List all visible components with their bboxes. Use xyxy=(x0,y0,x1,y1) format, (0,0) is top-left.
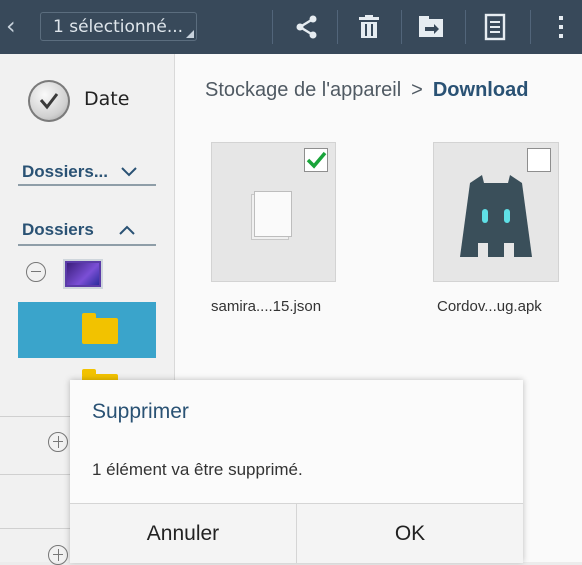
breadcrumb: Stockage de l'appareil > Download xyxy=(205,79,528,102)
checkmark-icon xyxy=(306,151,327,169)
section-underline xyxy=(18,244,156,246)
chevron-down-icon xyxy=(121,167,137,177)
clock-icon xyxy=(28,80,70,122)
file-tile[interactable] xyxy=(211,142,336,282)
ok-button[interactable]: OK xyxy=(297,504,523,563)
toolbar-divider xyxy=(337,10,338,44)
document-icon xyxy=(254,191,292,237)
file-checkbox-checked[interactable] xyxy=(304,148,328,172)
dialog-message: 1 élément va être supprimé. xyxy=(92,460,303,479)
section-underline xyxy=(18,184,156,186)
toolbar-divider xyxy=(272,10,273,44)
share-icon[interactable] xyxy=(287,10,327,44)
expand-icon[interactable] xyxy=(48,432,68,452)
cordova-app-icon xyxy=(460,175,532,257)
cancel-button[interactable]: Annuler xyxy=(70,504,296,563)
sidebar-item-date[interactable]: Date xyxy=(84,88,129,110)
details-icon[interactable] xyxy=(475,10,515,44)
selection-dropdown[interactable]: 1 sélectionné... xyxy=(40,12,197,41)
selection-label: 1 sélectionné... xyxy=(53,17,184,37)
file-tile[interactable] xyxy=(433,142,559,282)
trash-icon[interactable] xyxy=(349,10,389,44)
chevron-up-icon xyxy=(118,225,135,235)
dialog-title: Supprimer xyxy=(92,400,189,423)
sidebar-section-dossiers-collapsed[interactable]: Dossiers... xyxy=(22,162,137,182)
file-name: Cordov...ug.apk xyxy=(437,298,542,315)
dropdown-triangle-icon xyxy=(186,30,194,38)
sidebar-section-label: Dossiers... xyxy=(22,162,108,181)
back-icon[interactable]: ‹ xyxy=(6,14,16,38)
file-name: samira....15.json xyxy=(211,298,322,315)
dialog-buttons: Annuler OK xyxy=(70,503,523,563)
storage-thumbnail-icon[interactable] xyxy=(63,259,103,289)
toolbar-divider xyxy=(401,10,402,44)
expand-icon[interactable] xyxy=(48,545,68,565)
toolbar-divider xyxy=(465,10,466,44)
move-icon[interactable] xyxy=(411,10,451,44)
action-bar: ‹ 1 sélectionné... xyxy=(0,0,582,54)
delete-dialog: Supprimer 1 élément va être supprimé. An… xyxy=(70,380,523,563)
breadcrumb-root[interactable]: Stockage de l'appareil xyxy=(205,79,401,101)
collapse-icon[interactable] xyxy=(26,262,46,282)
toolbar-divider xyxy=(530,10,531,44)
breadcrumb-separator: > xyxy=(411,79,423,101)
sidebar-section-label: Dossiers xyxy=(22,220,94,239)
sidebar-section-dossiers-expanded[interactable]: Dossiers xyxy=(22,220,135,240)
folder-icon xyxy=(82,313,118,344)
breadcrumb-current: Download xyxy=(432,79,529,101)
folder-item-selected[interactable] xyxy=(18,302,156,358)
more-icon[interactable] xyxy=(541,10,581,44)
